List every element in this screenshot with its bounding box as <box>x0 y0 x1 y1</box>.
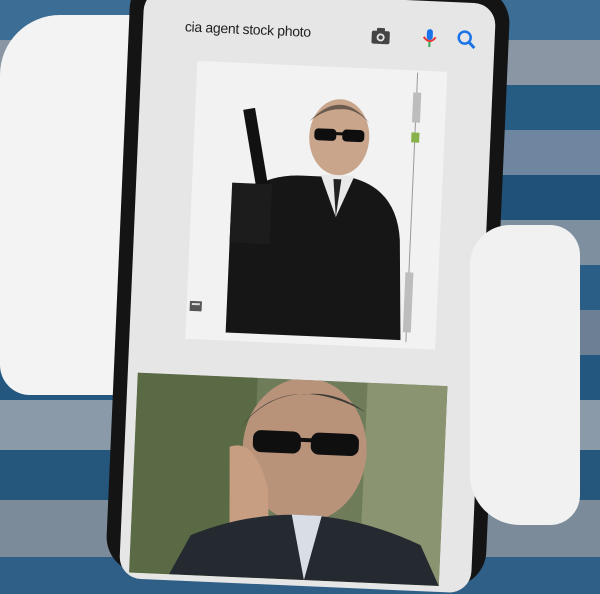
search-icon[interactable] <box>455 28 478 51</box>
hand-fingers <box>470 225 580 525</box>
camera-icon[interactable] <box>369 24 392 47</box>
watermark-stamp-icon <box>189 300 202 312</box>
phone: cia agent stock photo <box>105 0 511 594</box>
search-bar[interactable]: cia agent stock photo <box>142 9 495 64</box>
agent-with-earpiece-photo <box>129 372 448 586</box>
search-query[interactable]: cia agent stock photo <box>185 18 312 39</box>
image-result-agent-with-earpiece[interactable] <box>129 372 448 586</box>
mic-icon[interactable] <box>418 27 441 50</box>
phone-screen: cia agent stock photo <box>118 0 497 594</box>
